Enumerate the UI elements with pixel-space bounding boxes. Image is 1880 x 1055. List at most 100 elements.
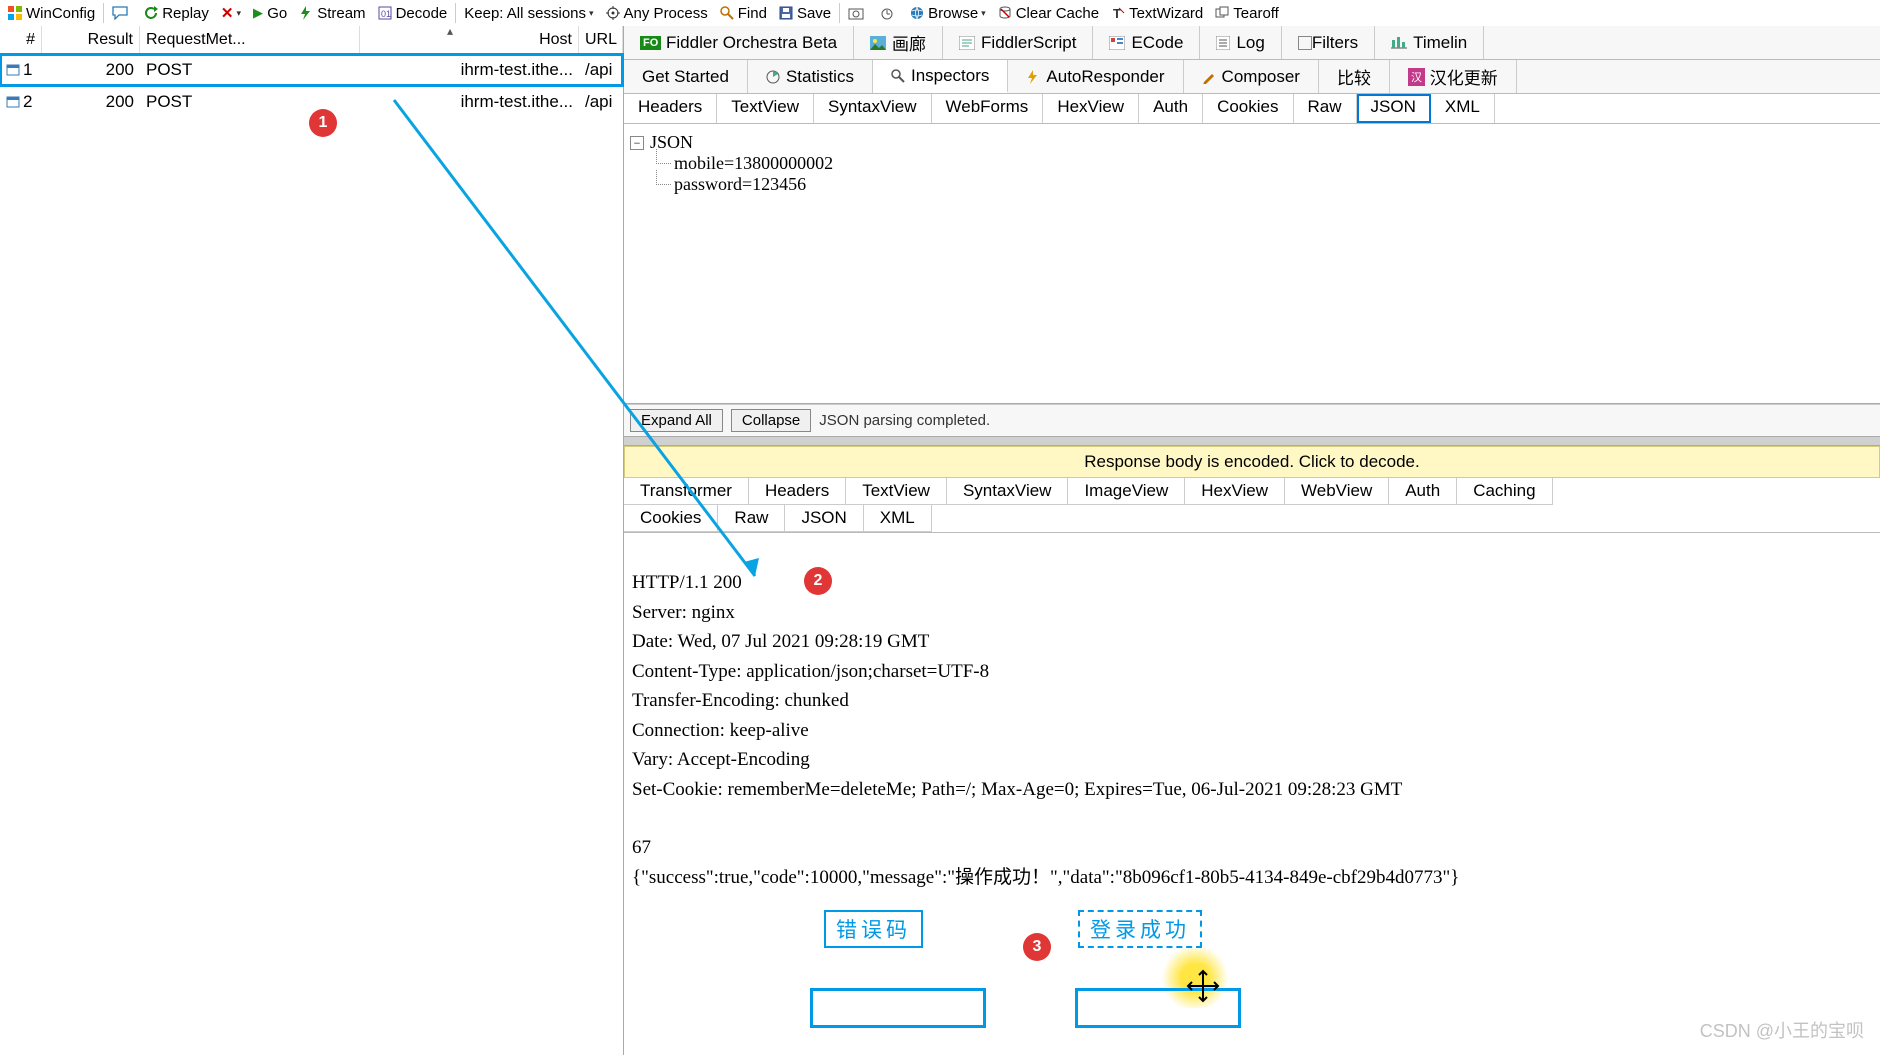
- resp-tab-webview[interactable]: WebView: [1285, 478, 1389, 505]
- tearoff-button[interactable]: Tearoff: [1209, 1, 1285, 25]
- svg-text:01: 01: [381, 9, 391, 19]
- session-num: 1: [23, 60, 32, 80]
- winconfig-button[interactable]: WinConfig: [2, 1, 101, 25]
- tab-ecode[interactable]: ECode: [1093, 26, 1200, 59]
- comment-button[interactable]: [106, 1, 138, 25]
- replay-label: Replay: [162, 5, 209, 22]
- req-tab-auth[interactable]: Auth: [1139, 94, 1203, 123]
- col-host[interactable]: Host: [360, 26, 579, 53]
- resp-tab-cookies[interactable]: Cookies: [624, 505, 718, 532]
- save-label: Save: [797, 5, 831, 22]
- annotation-loginok: 登录成功: [1078, 910, 1202, 948]
- annotation-badge-2: 2: [804, 567, 832, 595]
- resp-tab-headers[interactable]: Headers: [749, 478, 846, 505]
- clearcache-label: Clear Cache: [1016, 5, 1099, 22]
- resp-tab-transformer[interactable]: Transformer: [624, 478, 749, 505]
- req-tab-json[interactable]: JSON: [1357, 94, 1431, 123]
- tab-filters[interactable]: Filters: [1282, 26, 1375, 59]
- tab-statistics[interactable]: Statistics: [748, 60, 873, 93]
- req-tab-raw[interactable]: Raw: [1294, 94, 1357, 123]
- session-icon: [6, 63, 20, 77]
- col-result[interactable]: Result: [42, 26, 140, 53]
- expand-all-button[interactable]: Expand All: [630, 409, 723, 432]
- req-tab-cookies[interactable]: Cookies: [1203, 94, 1293, 123]
- tab-composer[interactable]: Composer: [1184, 60, 1319, 93]
- find-button[interactable]: Find: [714, 1, 773, 25]
- right-panel: FO Fiddler Orchestra Beta 画廊 FiddlerScri…: [624, 26, 1880, 1055]
- tab-autoresponder[interactable]: AutoResponder: [1008, 60, 1183, 93]
- parse-status: JSON parsing completed.: [819, 412, 990, 429]
- browse-label: Browse: [928, 5, 978, 22]
- move-cursor-icon: [1185, 968, 1221, 1004]
- tab-hanhua[interactable]: 汉 汉化更新: [1390, 60, 1517, 93]
- resp-tab-caching[interactable]: Caching: [1457, 478, 1552, 505]
- tab-compare[interactable]: 比较: [1319, 60, 1390, 93]
- replay-button[interactable]: Replay: [138, 1, 215, 25]
- tree-collapse-icon[interactable]: −: [630, 136, 644, 150]
- tab-inspectors[interactable]: Inspectors: [873, 60, 1008, 93]
- textwizard-label: TextWizard: [1129, 5, 1203, 22]
- resp-tab-textview[interactable]: TextView: [846, 478, 947, 505]
- remove-button[interactable]: ✕▾: [215, 1, 247, 25]
- col-method[interactable]: RequestMet...: [140, 26, 360, 53]
- stream-button[interactable]: Stream: [293, 1, 371, 25]
- request-footer: Expand All Collapse JSON parsing complet…: [624, 404, 1880, 436]
- tab-timeline[interactable]: Timelin: [1375, 26, 1484, 59]
- resp-tab-json[interactable]: JSON: [785, 505, 863, 532]
- req-tab-syntaxview[interactable]: SyntaxView: [814, 94, 932, 123]
- req-tab-textview[interactable]: TextView: [717, 94, 814, 123]
- resp-tab-xml[interactable]: XML: [864, 505, 932, 532]
- keep-dropdown[interactable]: Keep: All sessions▾: [458, 1, 599, 25]
- session-host: ihrm-test.ithe...: [360, 60, 579, 80]
- tab-getstarted[interactable]: Get Started: [624, 60, 748, 93]
- annotation-errcode: 错误码: [824, 910, 923, 948]
- browse-button[interactable]: Browse▾: [904, 1, 992, 25]
- resp-tab-syntaxview[interactable]: SyntaxView: [947, 478, 1069, 505]
- annotation-badge-1: 1: [309, 109, 337, 137]
- col-num[interactable]: #: [0, 26, 42, 53]
- decode-banner[interactable]: Response body is encoded. Click to decod…: [624, 446, 1880, 478]
- splitter[interactable]: [624, 436, 1880, 446]
- request-json-view: −JSON mobile=13800000002 password=123456: [624, 124, 1880, 404]
- req-tab-hexview[interactable]: HexView: [1043, 94, 1139, 123]
- req-tab-webforms[interactable]: WebForms: [932, 94, 1044, 123]
- watermark: CSDN @小王的宝呗: [1700, 1017, 1864, 1043]
- session-num: 2: [23, 92, 32, 112]
- find-label: Find: [738, 5, 767, 22]
- main-toolbar: WinConfig Replay ✕▾ ▶ Go Stream 01 Decode…: [0, 0, 1880, 26]
- textwizard-button[interactable]: TTextWizard: [1105, 1, 1209, 25]
- tab-gallery[interactable]: 画廊: [854, 26, 943, 59]
- go-label: Go: [267, 5, 287, 22]
- col-url[interactable]: URL: [579, 26, 623, 53]
- resp-tab-auth[interactable]: Auth: [1389, 478, 1457, 505]
- annotation-badge-3: 3: [1023, 933, 1051, 961]
- tab-orchestra[interactable]: FO Fiddler Orchestra Beta: [624, 26, 854, 59]
- clearcache-button[interactable]: Clear Cache: [992, 1, 1105, 25]
- request-view-tabs: Headers TextView SyntaxView WebForms Hex…: [624, 94, 1880, 124]
- tab-log[interactable]: Log: [1200, 26, 1281, 59]
- req-tab-xml[interactable]: XML: [1431, 94, 1495, 123]
- resp-tab-raw[interactable]: Raw: [718, 505, 785, 532]
- req-tab-headers[interactable]: Headers: [624, 94, 717, 123]
- collapse-button[interactable]: Collapse: [731, 409, 811, 432]
- go-button[interactable]: ▶ Go: [247, 1, 293, 25]
- response-raw-view[interactable]: HTTP/1.1 200 Server: nginx Date: Wed, 07…: [624, 533, 1880, 1055]
- tearoff-label: Tearoff: [1233, 5, 1279, 22]
- tab-fiddlerscript[interactable]: FiddlerScript: [943, 26, 1093, 59]
- save-button[interactable]: Save: [773, 1, 837, 25]
- stream-label: Stream: [317, 5, 365, 22]
- timer-button[interactable]: [874, 1, 904, 25]
- session-method: POST: [140, 60, 360, 80]
- feature-tabs: FO Fiddler Orchestra Beta 画廊 FiddlerScri…: [624, 26, 1880, 60]
- resp-tab-imageview[interactable]: ImageView: [1068, 478, 1185, 505]
- session-list-panel: # Result RequestMet... Host URL ▴ 1 200 …: [0, 26, 624, 1055]
- session-row[interactable]: 1 200 POST ihrm-test.ithe... /api: [0, 54, 623, 86]
- decode-label: Decode: [396, 5, 448, 22]
- decode-button[interactable]: 01 Decode: [372, 1, 454, 25]
- resp-tab-hexview[interactable]: HexView: [1185, 478, 1285, 505]
- sort-indicator-icon: ▴: [447, 24, 453, 38]
- anyprocess-button[interactable]: Any Process: [600, 1, 714, 25]
- session-icon: [6, 95, 20, 109]
- screenshot-button[interactable]: [842, 1, 874, 25]
- session-result: 200: [42, 92, 140, 112]
